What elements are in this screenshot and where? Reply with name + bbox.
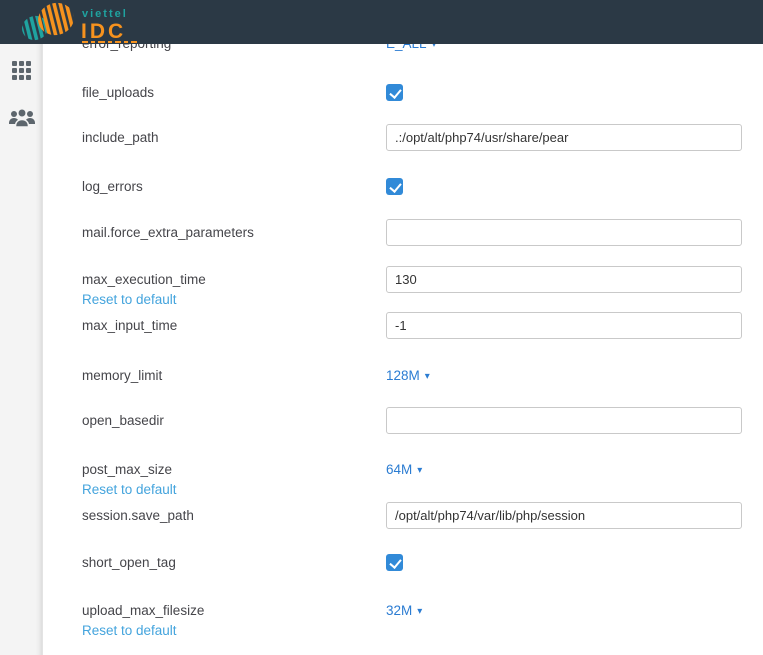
- setting-label: mail.force_extra_parameters: [82, 225, 254, 240]
- php-settings-form: error_reporting E_ALL▾ file_uploads incl…: [43, 0, 763, 655]
- post-max-size-dropdown[interactable]: 64M ▾: [386, 456, 422, 483]
- dropdown-value: 32M: [386, 603, 413, 618]
- setting-row-upload-max-filesize: upload_max_filesize 32M ▾ Reset to defaul…: [43, 597, 763, 643]
- setting-label: upload_max_filesize: [82, 603, 205, 618]
- left-sidebar: [0, 44, 43, 655]
- setting-row-post-max-size: post_max_size 64M ▾ Reset to default: [43, 456, 763, 502]
- setting-row-open-basedir: open_basedir: [43, 407, 763, 453]
- setting-row-session-save-path: session.save_path: [43, 502, 763, 548]
- setting-label: max_execution_time: [82, 272, 206, 287]
- setting-row-short-open-tag: short_open_tag: [43, 549, 763, 595]
- svg-text:viettel: viettel: [82, 8, 128, 20]
- setting-label: post_max_size: [82, 462, 173, 477]
- globe-mark: [22, 2, 74, 41]
- setting-row-max-input-time: max_input_time: [43, 312, 763, 358]
- setting-row-log-errors: log_errors: [43, 173, 763, 219]
- setting-label: include_path: [82, 130, 159, 145]
- file-uploads-checkbox[interactable]: [386, 84, 403, 101]
- reset-to-default-link[interactable]: Reset to default: [82, 292, 177, 307]
- chevron-down-icon: ▾: [417, 465, 423, 476]
- reset-to-default-link[interactable]: Reset to default: [82, 482, 177, 497]
- sidebar-item-apps[interactable]: [0, 52, 43, 88]
- open-basedir-input[interactable]: [386, 407, 742, 434]
- users-icon: [8, 108, 35, 128]
- reset-to-default-link[interactable]: Reset to default: [82, 623, 177, 638]
- setting-row-include-path: include_path: [43, 124, 763, 170]
- setting-label: memory_limit: [82, 368, 163, 383]
- include-path-input[interactable]: [386, 124, 742, 151]
- short-open-tag-checkbox[interactable]: [386, 554, 403, 571]
- setting-label: log_errors: [82, 179, 143, 194]
- sidebar-item-users[interactable]: [0, 100, 43, 136]
- memory-limit-dropdown[interactable]: 128M ▾: [386, 362, 430, 389]
- grid-icon: [12, 60, 31, 80]
- setting-label: session.save_path: [82, 508, 194, 523]
- page: error_reporting E_ALL▾ file_uploads incl…: [0, 0, 763, 655]
- setting-row-max-execution-time: max_execution_time Reset to default: [43, 266, 763, 312]
- dropdown-value: 128M: [386, 368, 420, 383]
- setting-row-mail-force-extra-parameters: mail.force_extra_parameters: [43, 219, 763, 265]
- setting-label: open_basedir: [82, 413, 164, 428]
- setting-label: short_open_tag: [82, 555, 176, 570]
- setting-label: file_uploads: [82, 85, 155, 100]
- chevron-down-icon: ▾: [417, 606, 423, 617]
- svg-text:IDC: IDC: [81, 20, 126, 43]
- max-execution-time-input[interactable]: [386, 266, 742, 293]
- mail-force-extra-parameters-input[interactable]: [386, 219, 742, 246]
- setting-row-memory-limit: memory_limit 128M ▾: [43, 362, 763, 408]
- upload-max-filesize-dropdown[interactable]: 32M ▾: [386, 597, 422, 624]
- session-save-path-input[interactable]: [386, 502, 742, 529]
- top-bar: viettel IDC: [0, 0, 763, 44]
- max-input-time-input[interactable]: [386, 312, 742, 339]
- dropdown-value: 64M: [386, 462, 413, 477]
- log-errors-checkbox[interactable]: [386, 178, 403, 195]
- setting-row-file-uploads: file_uploads: [43, 79, 763, 125]
- chevron-down-icon: ▾: [424, 371, 430, 382]
- setting-label: max_input_time: [82, 318, 178, 333]
- viettel-idc-logo[interactable]: viettel IDC: [20, 1, 180, 49]
